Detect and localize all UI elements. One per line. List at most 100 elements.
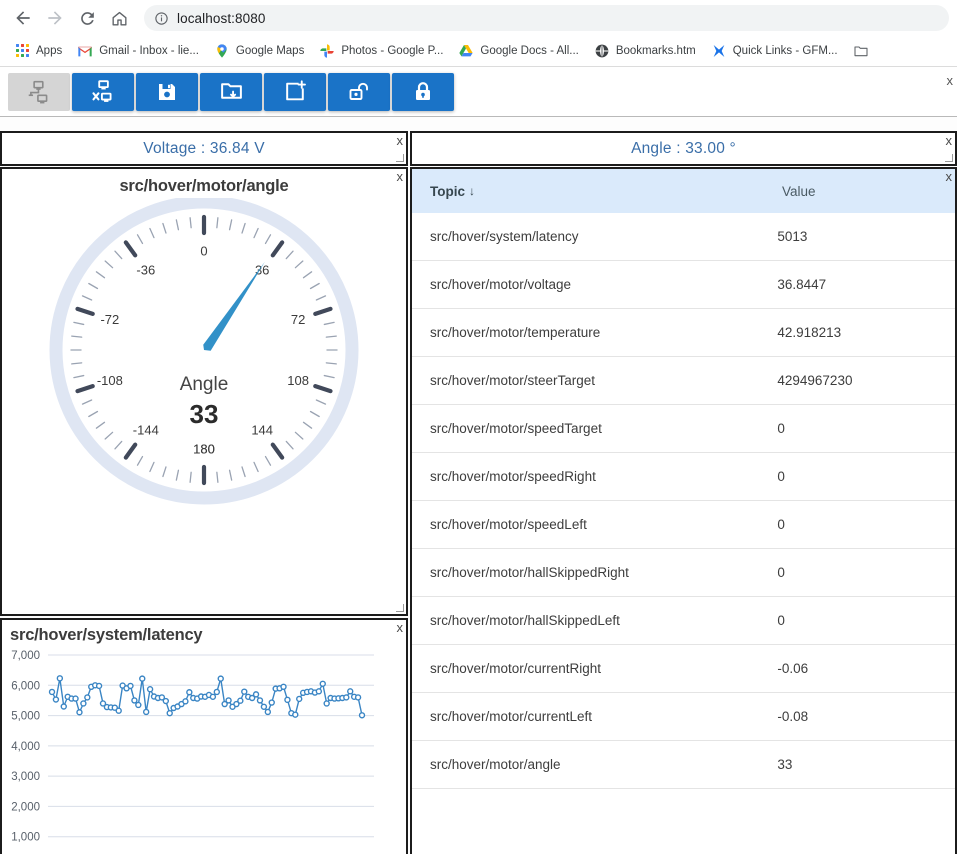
chart-data-point (319, 680, 326, 687)
table-cell-value: 0 (777, 421, 785, 436)
table-row[interactable]: src/hover/motor/hallSkippedRight 0 (412, 549, 955, 597)
table-cell-value: 0 (777, 565, 785, 580)
bookmark-label: Google Maps (235, 45, 305, 57)
table-cell-value: 36.8447 (777, 277, 827, 292)
new-panel-button[interactable] (264, 72, 326, 111)
table-cell-topic: src/hover/motor/currentRight (430, 661, 602, 676)
bookmark-google-docs[interactable]: Google Docs - All... (452, 40, 584, 62)
panel-resize-handle[interactable] (945, 154, 953, 162)
table-cell-value: 0 (777, 613, 785, 628)
chart-data-point (72, 695, 79, 702)
table-row[interactable]: src/hover/motor/voltage 36.8447 (412, 261, 955, 309)
bookmark-quick-links[interactable]: Quick Links - GFM... (705, 40, 844, 62)
table-row[interactable]: src/hover/motor/steerTarget 4294967230 (412, 357, 955, 405)
gauge-tick-label: -144 (133, 423, 159, 438)
table-row[interactable]: src/hover/motor/temperature 42.918213 (412, 309, 955, 357)
chart-y-tick-label: 6,000 (11, 680, 40, 692)
chart-data-point (131, 697, 138, 704)
chart-data-point (241, 688, 248, 695)
table-row[interactable]: src/hover/motor/currentLeft -0.08 (412, 693, 955, 741)
table-cell-topic: src/hover/motor/currentLeft (430, 709, 593, 724)
gauge-tick-label: -72 (100, 312, 119, 327)
chart-data-point (135, 701, 142, 709)
table-cell-topic: src/hover/motor/angle (430, 757, 561, 772)
chart-data-point (296, 695, 303, 703)
table-row[interactable]: src/hover/system/latency 5013 (412, 213, 955, 261)
table-header-topic[interactable]: Topic ↓ (412, 184, 782, 199)
chart-data-point (84, 694, 91, 701)
reload-icon (80, 11, 94, 25)
panel-close-button[interactable]: x (946, 170, 953, 184)
panel-voltage: Voltage : 36.84 V x (0, 131, 408, 166)
home-button[interactable] (104, 3, 134, 33)
chart-y-tick-label: 1,000 (11, 832, 40, 844)
bookmark-other-folder[interactable] (847, 40, 881, 62)
toolbar-close-button[interactable]: x (947, 73, 954, 88)
chart-panel-title: src/hover/system/latency (10, 626, 203, 644)
chart-data-point (237, 697, 244, 704)
table-row[interactable]: src/hover/motor/hallSkippedLeft 0 (412, 597, 955, 645)
panel-resize-handle[interactable] (396, 604, 404, 612)
bookmark-google-maps[interactable]: Google Maps (208, 40, 310, 62)
page-info-icon[interactable] (154, 11, 169, 26)
forward-button[interactable] (40, 3, 70, 33)
panel-close-button[interactable]: x (397, 134, 404, 148)
table-row[interactable]: src/hover/motor/speedRight 0 (412, 453, 955, 501)
bookmark-apps[interactable]: Apps (10, 41, 68, 61)
gauge-center-label: Angle (180, 374, 229, 395)
chart-data-point (280, 683, 287, 690)
table-row[interactable]: src/hover/motor/currentRight -0.06 (412, 645, 955, 693)
chart-data-point (284, 696, 291, 704)
lock-layout-button[interactable] (392, 72, 454, 111)
chart-y-tick-label: 5,000 (11, 711, 40, 723)
table-cell-topic: src/hover/motor/speedRight (430, 469, 596, 484)
panel-close-button[interactable]: x (946, 134, 953, 148)
reload-button[interactable] (72, 3, 102, 33)
back-arrow-icon (16, 11, 30, 25)
back-button[interactable] (8, 3, 38, 33)
chart-data-point (80, 700, 87, 707)
table-row[interactable]: src/hover/motor/angle 33 (412, 741, 955, 789)
bookmark-gmail[interactable]: Gmail - Inbox - lie... (71, 40, 205, 62)
chart-data-point (264, 708, 272, 716)
disconnect-button[interactable] (72, 72, 134, 111)
table-cell-topic: src/hover/motor/temperature (430, 325, 601, 340)
panel-close-button[interactable]: x (397, 621, 404, 635)
chart-data-point (115, 707, 122, 714)
panel-latency-chart: src/hover/system/latency x 01,0002,0003,… (0, 618, 408, 854)
chart-data-point (323, 700, 330, 707)
chart-data-point (162, 697, 170, 705)
gauge-tick-label: 36 (255, 262, 269, 277)
unlock-layout-button[interactable] (328, 72, 390, 111)
table-cell-topic: src/hover/motor/speedTarget (430, 421, 602, 436)
angle-gauge: 03672108144180180-144-108-72-36 Angle 33 (49, 198, 359, 505)
gauge-center-value: 33 (190, 399, 219, 429)
chart-data-point (166, 709, 173, 717)
panel-close-button[interactable]: x (397, 170, 404, 184)
save-button[interactable] (136, 72, 198, 111)
table-row[interactable]: src/hover/motor/speedTarget 0 (412, 405, 955, 453)
table-header-value[interactable]: Value (782, 184, 932, 199)
table-cell-value: 0 (777, 469, 785, 484)
table-row[interactable]: src/hover/motor/speedLeft 0 (412, 501, 955, 549)
chart-data-point (256, 697, 264, 704)
bookmarks-bar: Apps Gmail - Inbox - lie... Google Maps (0, 36, 957, 66)
panel-resize-handle[interactable] (396, 154, 404, 162)
maps-pin-icon (217, 44, 227, 58)
chart-y-tick-label: 2,000 (11, 801, 40, 813)
load-layout-button[interactable] (200, 72, 262, 111)
bookmark-google-photos[interactable]: Photos - Google P... (313, 40, 449, 62)
address-bar-url[interactable]: localhost:8080 (177, 11, 265, 26)
app-toolbar: x (0, 67, 957, 117)
chart-data-point (225, 697, 232, 704)
gauge-panel-title: src/hover/motor/angle (119, 177, 289, 195)
forward-arrow-icon (48, 11, 62, 25)
lock-icon (416, 81, 430, 100)
chart-data-point (260, 703, 268, 710)
connect-button[interactable] (8, 72, 70, 111)
chart-plot-area: 01,0002,0003,0004,0005,0006,0007,00017:1… (2, 645, 406, 854)
address-bar[interactable]: localhost:8080 (144, 5, 949, 31)
bookmark-bookmarks-htm[interactable]: Bookmarks.htm (588, 40, 702, 62)
table-cell-value: 4294967230 (777, 373, 853, 388)
folder-download-icon (220, 83, 242, 99)
